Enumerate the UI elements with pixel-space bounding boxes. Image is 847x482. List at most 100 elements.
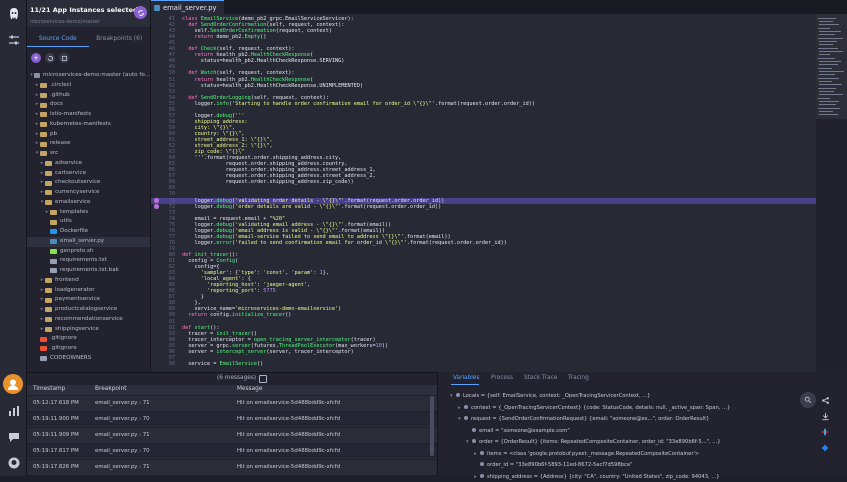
variable-row[interactable]: ▸ context = {_OpenTracingServicerContext}… (458, 403, 730, 413)
tree-item[interactable]: .gitignore (27, 334, 150, 344)
tree-item[interactable]: ▸ docs (27, 100, 150, 110)
chat-icon[interactable] (5, 428, 22, 445)
message-row[interactable]: 05:19:11.900 PM email_server.py : 70 Hit o… (27, 412, 437, 427)
tree-item[interactable]: genproto.sh (27, 247, 150, 257)
clear-messages-icon[interactable] (259, 375, 267, 383)
assistant-avatar-icon[interactable] (3, 374, 23, 394)
chevron-down-icon[interactable]: ▾ (450, 391, 456, 401)
folder-icon (45, 326, 52, 332)
message-row[interactable]: 05:19:11.909 PM email_server.py : 71 Hit o… (27, 428, 437, 443)
tab-breakpoints[interactable]: Breakpoints (6) (89, 31, 151, 47)
slack-icon[interactable] (818, 425, 832, 439)
tree-item[interactable]: ▸ cartservice (27, 169, 150, 179)
tree-item[interactable]: ▸ istio-manifests (27, 110, 150, 120)
code-line[interactable]: 98 service = EmailService() (151, 361, 816, 367)
tree-item[interactable]: requirements.txt.bak (27, 266, 150, 276)
messages-scrollbar[interactable] (430, 396, 434, 456)
tree-item[interactable]: ▸ recommendationservice (27, 315, 150, 325)
message-timestamp: 05:19:11.909 PM (33, 432, 79, 438)
python-file-icon (154, 4, 160, 11)
variable-row[interactable]: ▸ items = <class 'google.protobuf.pyext._… (474, 449, 699, 459)
tab-process[interactable]: Process (491, 375, 513, 381)
tree-item[interactable]: ▸ checkoutservice (27, 178, 150, 188)
git-icon (40, 346, 47, 352)
collapse-icon[interactable] (59, 53, 69, 63)
tree-item-label: kubernetes-manifests (50, 120, 111, 127)
variable-row[interactable]: email = "someone@example.com" (466, 426, 570, 436)
column-timestamp[interactable]: Timestamp (33, 386, 65, 392)
editor-tab-email-server[interactable]: email_server.py (151, 0, 224, 14)
variable-row[interactable]: ▸ shipping_address = {Address} {city: "CA… (474, 472, 720, 482)
refresh-icon[interactable] (45, 53, 55, 63)
app-logo-icon[interactable] (5, 5, 22, 22)
tree-item[interactable]: ▸ .github (27, 91, 150, 101)
sidebar-tabs: Source Code Breakpoints (6) (27, 31, 150, 47)
tree-item-label: cartservice (55, 169, 87, 176)
tree-item[interactable]: ▸ frontend (27, 276, 150, 286)
variable-row[interactable]: ▾ Locals = {self: EmailService, context: … (450, 391, 651, 401)
variable-row[interactable]: ▾ order = {OrderResult} {items: RepeatedC… (466, 437, 721, 447)
message-timestamp: 05:12:17.618 PM (33, 400, 79, 406)
tree-item[interactable]: ▸ currencyservice (27, 188, 150, 198)
tree-item-label: shippingservice (55, 325, 99, 332)
tree-item[interactable]: ▾ microservices-demo:master (auto fo... (27, 71, 150, 81)
message-text: Hit on emailservice-5d488bdd9c-xfcfd (237, 448, 341, 454)
tree-item[interactable]: ▾ src (27, 149, 150, 159)
tab-source-code[interactable]: Source Code (27, 31, 89, 47)
tree-item[interactable]: ▸ .circleci (27, 81, 150, 91)
tree-item[interactable]: ▸ shippingservice (27, 325, 150, 335)
breakpoint-marker-icon[interactable] (154, 198, 159, 203)
folder-icon (50, 219, 57, 225)
jira-icon[interactable] (818, 441, 832, 455)
tree-item[interactable]: ▾ emailservice (27, 198, 150, 208)
tree-item[interactable]: ▸ loadgenerator (27, 286, 150, 296)
settings-sliders-icon[interactable] (5, 31, 22, 48)
minimap[interactable] (816, 14, 847, 372)
sidebar: 11/21 App Instances selected microservic… (27, 0, 151, 372)
column-message[interactable]: Message (237, 386, 262, 392)
tree-item[interactable]: ▸ adservice (27, 159, 150, 169)
message-row[interactable]: 05:19:17.817 PM email_server.py : 70 Hit o… (27, 444, 437, 459)
download-icon[interactable] (818, 409, 832, 423)
search-icon[interactable] (800, 392, 816, 408)
chevron-down-icon[interactable]: ▾ (458, 414, 464, 424)
add-button[interactable]: + (31, 53, 41, 63)
tree-item[interactable]: ▸ release (27, 139, 150, 149)
tree-item[interactable]: utils (27, 217, 150, 227)
tree-item[interactable]: ▸ paymentservice (27, 295, 150, 305)
message-breakpoint: email_server.py : 70 (95, 416, 150, 422)
tree-item-label: loadgenerator (55, 286, 95, 293)
github-icon[interactable] (5, 454, 22, 471)
share-icon[interactable] (818, 393, 832, 407)
folder-icon (40, 122, 47, 128)
tab-stack-trace[interactable]: Stack Trace (524, 375, 557, 381)
tree-item[interactable]: ▸ templates (27, 208, 150, 218)
tab-variables[interactable]: Variables (453, 375, 480, 381)
variable-text: shipping_address = {Address} {city: "CA"… (487, 473, 720, 480)
chevron-down-icon[interactable]: ▾ (466, 437, 472, 447)
tree-item[interactable]: email_server.py (27, 236, 150, 247)
tab-tracing[interactable]: Tracing (568, 375, 589, 381)
tree-item[interactable]: ▸ kubernetes-manifests (27, 120, 150, 130)
breakpoint-marker-icon[interactable] (154, 204, 159, 209)
tree-item[interactable]: requirements.txt (27, 256, 150, 266)
variable-row[interactable]: ▾ request = {SendOrderConfirmationRequest… (458, 414, 709, 424)
tree-item[interactable]: .gitignore (27, 344, 150, 354)
message-row[interactable]: 05:19:17.826 PM email_server.py : 71 Hit o… (27, 460, 437, 475)
line-number[interactable]: 98 (161, 361, 175, 367)
tree-item[interactable]: ▸ pb (27, 130, 150, 140)
column-breakpoint[interactable]: Breakpoint (95, 386, 127, 392)
code-editor[interactable]: 41 class EmailService(demo_pb2_grpc.Email… (151, 14, 816, 372)
instances-header: 11/21 App Instances selected (27, 0, 150, 19)
sidebar-toolbar: + (27, 50, 150, 66)
variable-row[interactable]: order_id = "33e890b6f-5893-11ed-8672-5ac… (474, 460, 632, 470)
tree-item[interactable]: Dockerfile (27, 227, 150, 237)
tree-item-label: .circleci (50, 81, 72, 88)
message-row[interactable]: 05:12:17.618 PM email_server.py : 71 Hit o… (27, 396, 437, 411)
chart-icon[interactable] (5, 402, 22, 419)
tree-item[interactable]: CODEOWNERS (27, 354, 150, 364)
sync-button[interactable] (134, 6, 147, 19)
tree-item[interactable]: ▸ productcatalogservice (27, 305, 150, 315)
folder-icon (45, 161, 52, 167)
editor-tab-label: email_server.py (163, 3, 217, 12)
